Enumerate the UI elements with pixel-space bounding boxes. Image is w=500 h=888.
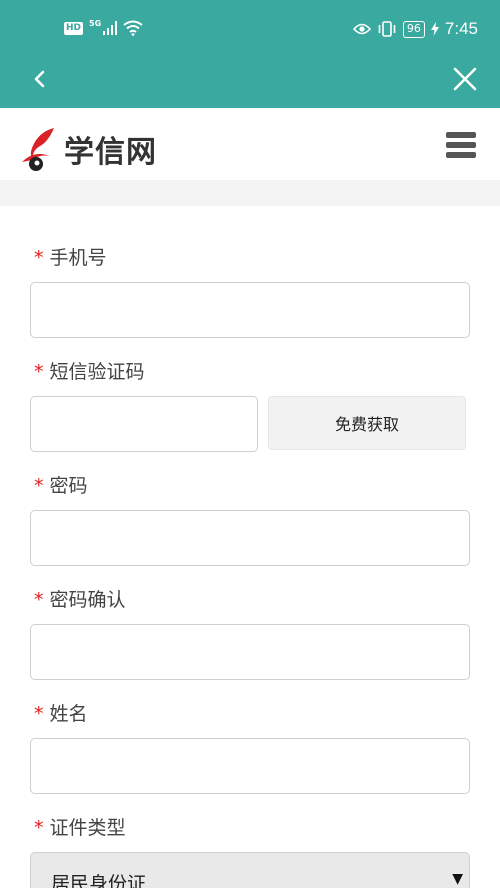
hamburger-menu-icon[interactable] [446, 132, 476, 162]
close-icon[interactable] [452, 66, 478, 92]
name-input[interactable] [30, 738, 470, 794]
clock: 7:45 [444, 19, 478, 38]
network-type: 5G [89, 18, 102, 28]
wifi-icon [123, 20, 143, 36]
signal-icon [103, 21, 118, 35]
phone-input[interactable] [30, 282, 470, 338]
status-bar: HD 5G 96 7:45 [0, 0, 500, 60]
sms-code-field: * 短信验证码 免费获取 [30, 360, 470, 452]
phone-label: * 手机号 [34, 247, 107, 269]
id-type-field: * 证件类型 居民身份证 ▼ [30, 816, 470, 888]
phone-field: * 手机号 [30, 246, 470, 338]
top-bar: HD 5G 96 7:45 [0, 0, 500, 108]
status-right: 96 7:45 [352, 19, 478, 39]
password-field: * 密码 [30, 474, 470, 566]
password-confirm-field: * 密码确认 [30, 588, 470, 680]
password-confirm-label: * 密码确认 [34, 589, 126, 611]
section-divider [0, 180, 500, 206]
logo-mark-icon [22, 128, 54, 171]
battery-indicator: 96 [402, 20, 425, 38]
sms-code-label: * 短信验证码 [34, 361, 145, 383]
logo-text: 学信网 [64, 135, 157, 170]
sms-code-input[interactable] [30, 396, 258, 452]
charging-icon [430, 22, 439, 36]
name-label: * 姓名 [34, 703, 88, 725]
hd-badge: HD [64, 21, 84, 35]
name-field: * 姓名 [30, 702, 470, 794]
id-type-select[interactable]: 居民身份证 ▼ [30, 852, 470, 888]
site-logo[interactable]: 学信网 [20, 126, 157, 172]
chevron-left-icon[interactable] [28, 64, 54, 94]
password-confirm-input[interactable] [30, 624, 470, 680]
vibrate-icon [378, 21, 396, 37]
id-type-label: * 证件类型 [34, 817, 126, 839]
get-code-button[interactable]: 免费获取 [268, 396, 466, 450]
eye-icon [352, 23, 371, 35]
password-label: * 密码 [34, 475, 88, 497]
password-input[interactable] [30, 510, 470, 566]
status-left: HD 5G [64, 18, 143, 36]
site-header: 学信网 [0, 108, 500, 180]
id-type-selected: 居民身份证 [51, 873, 147, 888]
dropdown-arrow-icon: ▼ [452, 871, 463, 887]
